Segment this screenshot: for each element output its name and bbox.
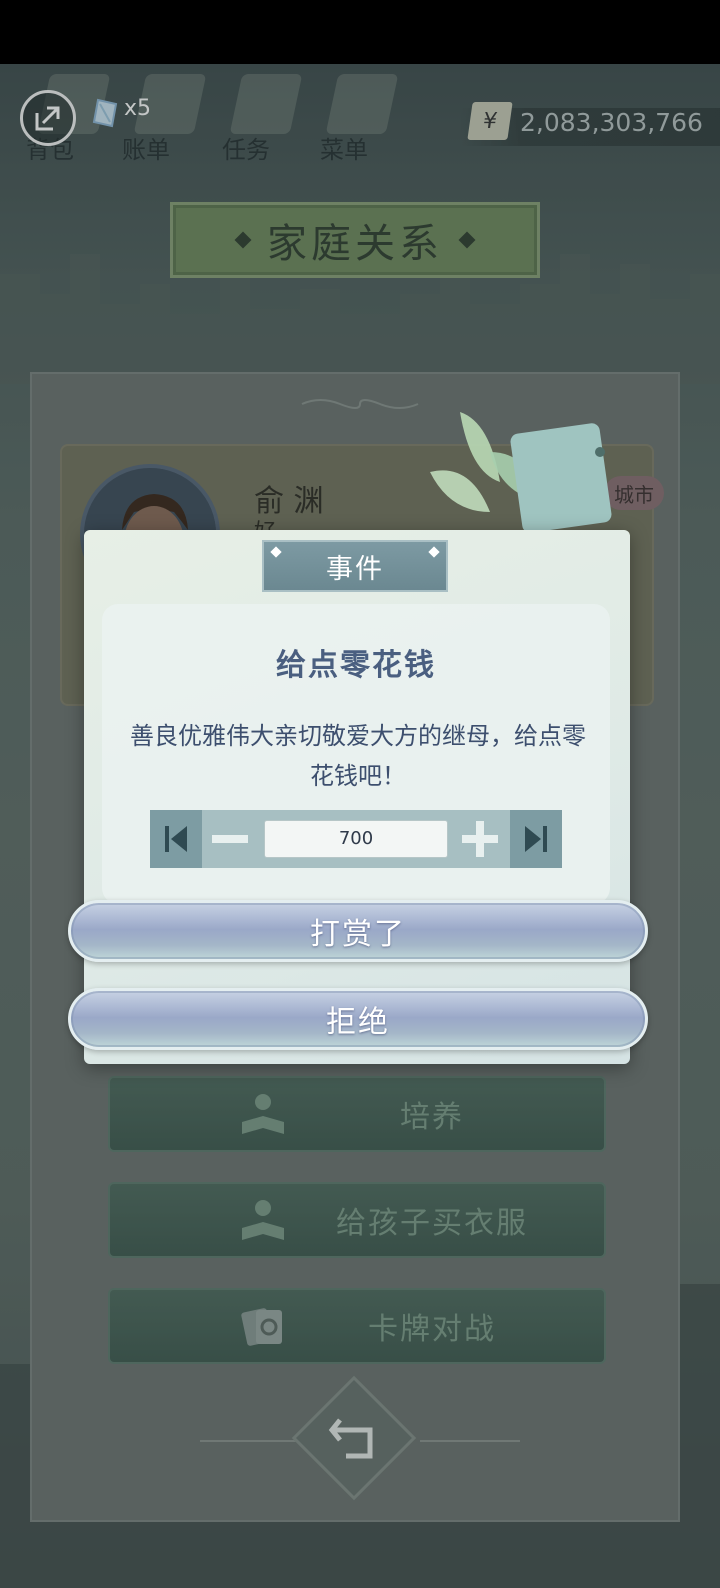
reject-button[interactable]: 拒绝 bbox=[68, 988, 648, 1050]
confirm-reward-button[interactable]: 打赏了 bbox=[68, 900, 648, 962]
plus-icon bbox=[462, 821, 498, 857]
event-tab: 事件 bbox=[262, 540, 448, 592]
increase-button[interactable] bbox=[460, 818, 500, 860]
event-message: 善良优雅伟大亲切敬爱大方的继母，给点零花钱吧！ bbox=[130, 722, 586, 790]
leaf-decoration bbox=[430, 412, 612, 533]
amount-input[interactable]: 700 bbox=[264, 820, 448, 858]
tab-dot-right bbox=[428, 546, 440, 558]
status-bar bbox=[0, 0, 720, 64]
tab-dot-left bbox=[270, 546, 282, 558]
reject-label: 拒绝 bbox=[326, 1005, 390, 1040]
skip-to-end-icon bbox=[525, 826, 547, 852]
decrease-button[interactable] bbox=[210, 818, 250, 860]
skip-to-start-icon bbox=[165, 826, 187, 852]
event-tab-label: 事件 bbox=[326, 553, 384, 585]
max-amount-button[interactable] bbox=[510, 810, 562, 868]
event-title: 给点零花钱 bbox=[276, 648, 436, 683]
min-amount-button[interactable] bbox=[150, 810, 202, 868]
minus-icon bbox=[212, 835, 248, 843]
confirm-reward-label: 打赏了 bbox=[310, 917, 406, 952]
